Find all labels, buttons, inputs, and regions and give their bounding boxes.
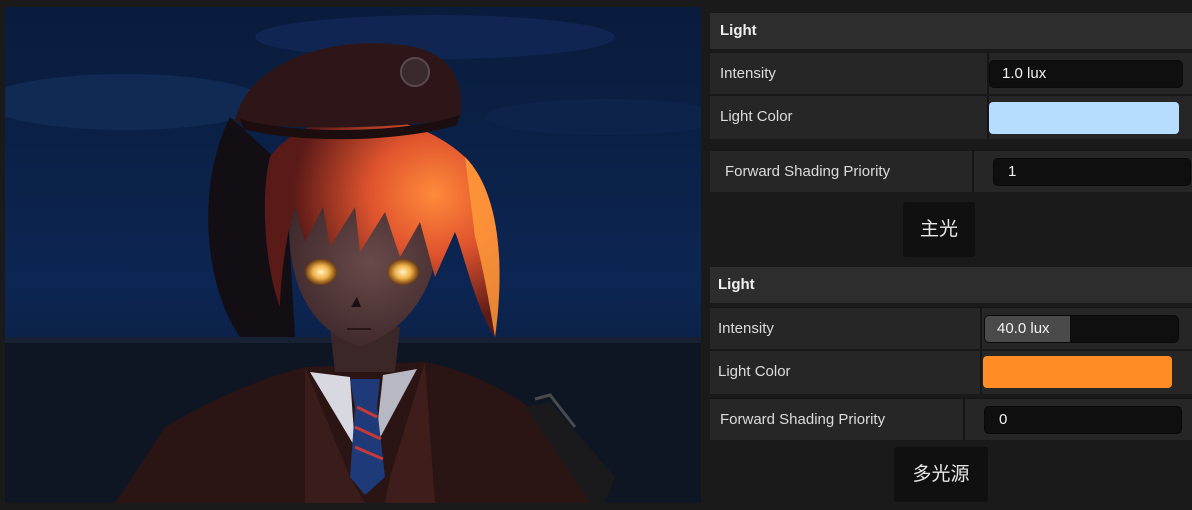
forward-shading-priority-row: Forward Shading Priority 0	[710, 398, 1192, 440]
light-color-swatch[interactable]	[989, 102, 1179, 134]
forward-shading-priority-label: Forward Shading Priority	[720, 411, 886, 428]
light-section-header[interactable]: Light	[710, 13, 1192, 49]
details-panel: Light Intensity 1.0 lux Light Color Forw…	[705, 0, 1192, 510]
light-section-header[interactable]: Light	[710, 267, 1192, 303]
intensity-field[interactable]: 1.0 lux	[989, 60, 1183, 88]
forward-shading-priority-field[interactable]: 1	[993, 158, 1191, 186]
light-color-label: Light Color	[720, 108, 793, 125]
eye-right	[387, 259, 419, 285]
intensity-field[interactable]: 40.0 lux	[984, 315, 1179, 343]
eye-left	[305, 259, 337, 285]
light-color-row: Light Color	[710, 350, 1192, 394]
light-color-swatch[interactable]	[983, 356, 1172, 388]
light-color-row: Light Color	[710, 95, 1192, 139]
light-section-title: Light	[720, 22, 757, 39]
intensity-label: Intensity	[720, 65, 776, 82]
light-section-title: Light	[718, 276, 755, 293]
light-color-label: Light Color	[718, 363, 791, 380]
cloud	[255, 15, 615, 59]
forward-shading-priority-value: 1	[1008, 163, 1017, 180]
forward-shading-priority-label: Forward Shading Priority	[725, 163, 891, 180]
multi-light-button[interactable]: 多光源	[894, 447, 988, 502]
intensity-value: 40.0 lux	[997, 320, 1050, 337]
forward-shading-priority-field[interactable]: 0	[984, 406, 1182, 434]
character-render	[5, 7, 701, 503]
beret-badge-icon	[400, 57, 430, 87]
forward-shading-priority-value: 0	[999, 411, 1008, 428]
main-light-button[interactable]: 主光	[903, 202, 975, 257]
intensity-label: Intensity	[718, 320, 774, 337]
forward-shading-priority-row: Forward Shading Priority 1	[710, 150, 1192, 192]
intensity-row: Intensity 1.0 lux	[710, 52, 1192, 94]
intensity-row: Intensity 40.0 lux	[710, 307, 1192, 349]
scene-viewport[interactable]	[5, 7, 701, 503]
intensity-value: 1.0 lux	[1002, 65, 1047, 82]
